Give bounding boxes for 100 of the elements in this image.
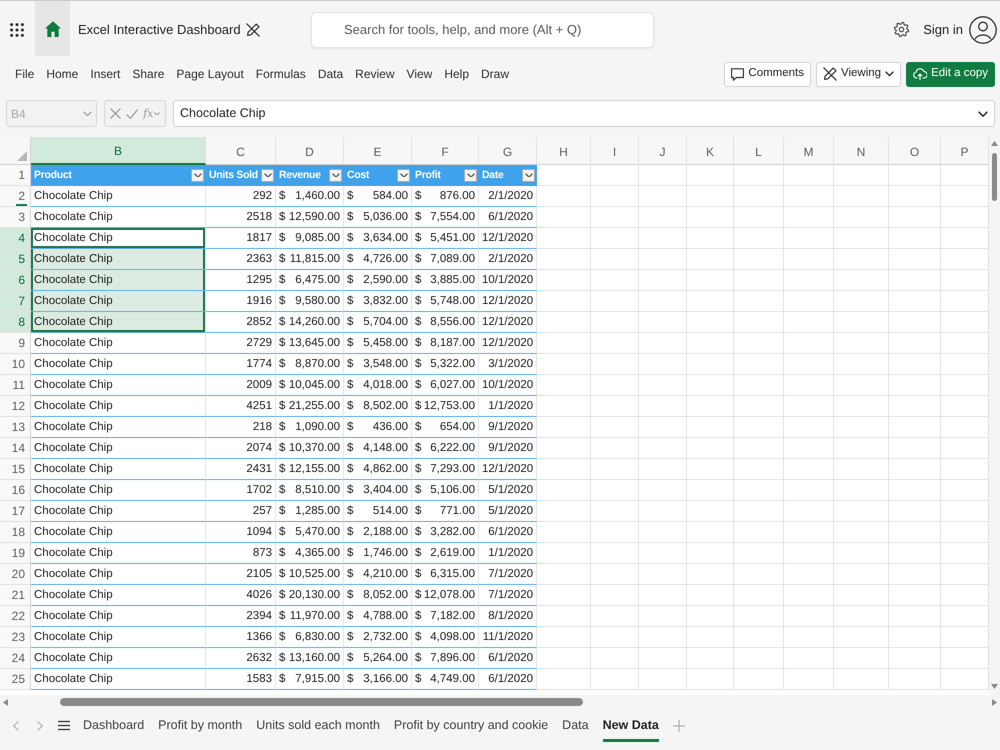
column-header[interactable]: E: [344, 137, 412, 165]
sheet-tab[interactable]: Profit by country and cookie: [394, 709, 548, 742]
row-header[interactable]: 24: [0, 648, 31, 669]
scroll-left-icon[interactable]: [3, 698, 8, 706]
scroll-up-icon[interactable]: [991, 141, 998, 146]
row-header[interactable]: 22: [0, 606, 31, 627]
search-field[interactable]: Search for tools, help, and more (Alt + Q): [311, 12, 654, 48]
table-cell: $ 13,645.00: [276, 333, 344, 354]
menu-tab[interactable]: Page Layout: [170, 62, 250, 86]
viewing-mode-button[interactable]: Viewing: [816, 62, 902, 86]
filter-button[interactable]: [191, 168, 204, 182]
row-header[interactable]: 9: [0, 333, 31, 354]
chevron-right-icon[interactable]: [37, 720, 43, 730]
row-header[interactable]: 21: [0, 585, 31, 606]
row-header[interactable]: 25: [0, 669, 31, 690]
scrollbar-thumb[interactable]: [60, 698, 583, 706]
column-header[interactable]: J: [639, 137, 687, 165]
menu-tab[interactable]: Insert: [84, 62, 126, 86]
column-header[interactable]: L: [734, 137, 784, 165]
table-cell: $ 5,322.00: [412, 354, 479, 375]
scroll-down-icon[interactable]: [991, 684, 998, 689]
menu-tab[interactable]: Home: [40, 62, 84, 86]
row-header[interactable]: 6: [0, 270, 31, 291]
row-header[interactable]: 8: [0, 312, 31, 333]
sheet-tab[interactable]: Dashboard: [83, 709, 144, 742]
column-header[interactable]: H: [537, 137, 591, 165]
check-icon[interactable]: [126, 108, 138, 118]
filter-button[interactable]: [397, 168, 410, 182]
row-header[interactable]: 19: [0, 543, 31, 564]
settings-icon[interactable]: [894, 22, 910, 37]
menu-tab[interactable]: View: [400, 62, 438, 86]
menu-tab[interactable]: File: [9, 62, 40, 86]
select-all-icon[interactable]: [17, 151, 27, 161]
sheet-tab[interactable]: Units sold each month: [256, 709, 380, 742]
filter-button[interactable]: [464, 168, 477, 182]
row-header[interactable]: 7: [0, 291, 31, 312]
row-header[interactable]: 4: [0, 228, 31, 249]
sign-in-link[interactable]: Sign in: [923, 20, 963, 40]
column-header[interactable]: D: [276, 137, 344, 165]
column-header[interactable]: N: [834, 137, 889, 165]
column-header[interactable]: P: [941, 137, 989, 165]
menu-icon[interactable]: [58, 720, 70, 731]
formula-field[interactable]: Chocolate Chip: [173, 100, 995, 127]
table-cell: 12/1/2020: [479, 228, 537, 249]
row-header[interactable]: 10: [0, 354, 31, 375]
row-number: 6: [17, 272, 26, 288]
table-cell: $ 654.00: [412, 417, 479, 438]
chevron-left-icon[interactable]: [13, 720, 19, 730]
menu-tab[interactable]: Review: [349, 62, 401, 86]
row-header[interactable]: 17: [0, 501, 31, 522]
menu-tab[interactable]: Formulas: [250, 62, 312, 86]
add-sheet-icon[interactable]: [672, 720, 685, 732]
menu-tab[interactable]: Share: [126, 62, 170, 86]
sheet-tab[interactable]: Profit by month: [158, 709, 242, 742]
table-cell: Chocolate Chip: [31, 627, 206, 648]
menu-tab[interactable]: Data: [312, 62, 350, 86]
row-header[interactable]: 18: [0, 522, 31, 543]
row-header[interactable]: 13: [0, 417, 31, 438]
table-cell: 1916: [206, 291, 276, 312]
menu-tab[interactable]: Help: [438, 62, 476, 86]
row-header[interactable]: 16: [0, 480, 31, 501]
comments-button[interactable]: Comments: [724, 62, 812, 86]
menu-tab[interactable]: Draw: [475, 62, 516, 86]
column-header[interactable]: K: [687, 137, 734, 165]
row-header[interactable]: 15: [0, 459, 31, 480]
sheet-tab[interactable]: New Data: [602, 709, 659, 742]
filter-button[interactable]: [261, 168, 274, 182]
column-header[interactable]: O: [889, 137, 941, 165]
row-header[interactable]: 12: [0, 396, 31, 417]
person-avatar-icon[interactable]: [969, 16, 997, 44]
app-launcher-icon[interactable]: [10, 22, 24, 36]
column-header[interactable]: I: [591, 137, 639, 165]
scroll-right-icon[interactable]: [992, 698, 997, 706]
row-header[interactable]: 11: [0, 375, 31, 396]
edit-copy-button[interactable]: Edit a copy: [906, 62, 995, 86]
row-header[interactable]: 20: [0, 564, 31, 585]
table-cell: $ 771.00: [412, 501, 479, 522]
row-header[interactable]: 1: [0, 165, 31, 186]
row-header[interactable]: 2: [0, 186, 31, 207]
table-cell: $ 12,753.00: [412, 396, 479, 417]
column-header[interactable]: M: [784, 137, 834, 165]
table-cell: $ 1,285.00: [276, 501, 344, 522]
row-header[interactable]: 14: [0, 438, 31, 459]
table-cell: $ 876.00: [412, 186, 479, 207]
filter-button[interactable]: [522, 168, 535, 182]
row-header[interactable]: 23: [0, 627, 31, 648]
column-header[interactable]: G: [479, 137, 537, 165]
sheet-tab[interactable]: Data: [562, 709, 589, 742]
column-header[interactable]: F: [412, 137, 479, 165]
column-header[interactable]: C: [206, 137, 276, 165]
row-header[interactable]: 5: [0, 249, 31, 270]
table-cell: Chocolate Chip: [31, 543, 206, 564]
scrollbar-thumb[interactable]: [992, 153, 997, 201]
column-header[interactable]: B: [31, 137, 206, 165]
row-header[interactable]: 3: [0, 207, 31, 228]
cross-icon[interactable]: [110, 108, 121, 119]
table-cell: $ 6,027.00: [412, 375, 479, 396]
row-number: 25: [10, 670, 26, 688]
filter-button[interactable]: [329, 168, 342, 182]
home-button[interactable]: [35, 1, 70, 56]
